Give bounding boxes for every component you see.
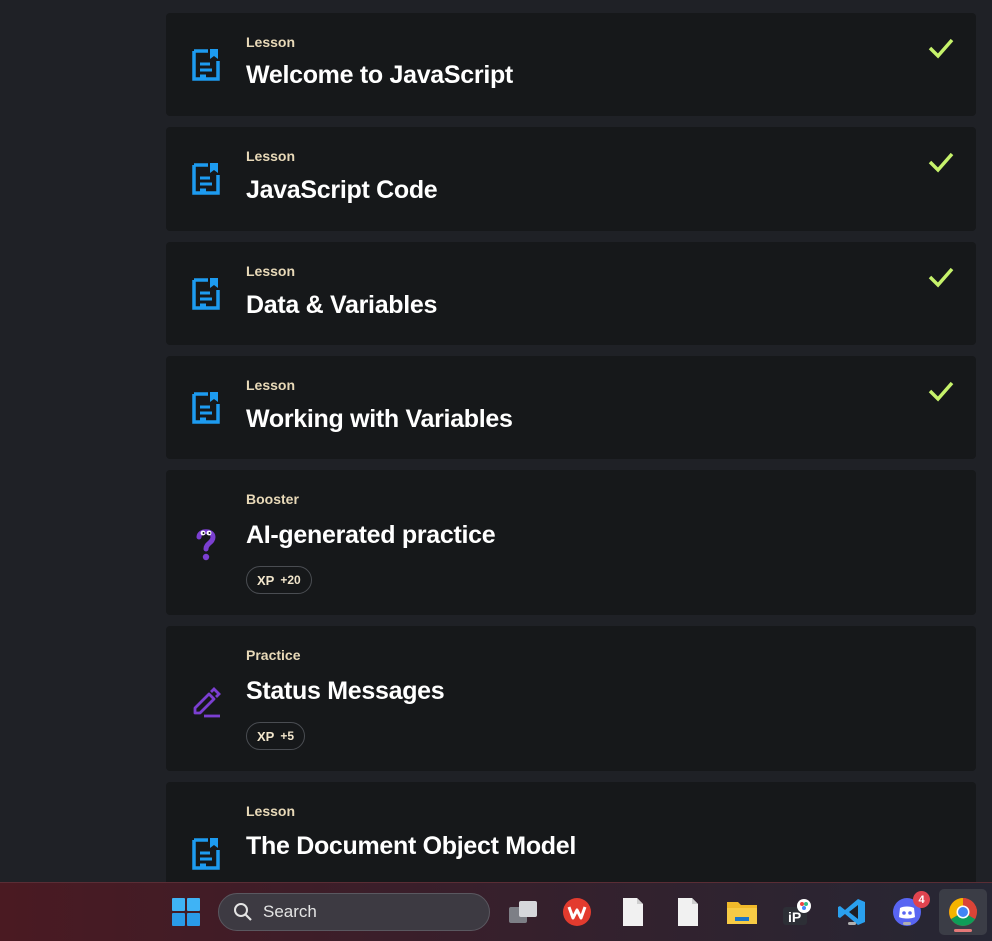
xp-label: XP — [257, 728, 275, 744]
lesson-title[interactable]: Welcome to JavaScript — [246, 61, 513, 90]
folder-icon — [727, 902, 757, 924]
search-placeholder: Search — [263, 902, 317, 921]
document-app-2[interactable] — [671, 895, 705, 929]
svg-text:iP: iP — [788, 909, 801, 925]
active-indicator — [954, 929, 972, 932]
lesson-document-icon — [192, 392, 220, 424]
practice-card[interactable]: Practice Status Messages XP +5 — [166, 626, 976, 771]
document-app-1[interactable] — [616, 895, 650, 929]
lesson-card[interactable]: Lesson JavaScript Code — [166, 127, 976, 231]
windows-start-button[interactable] — [169, 895, 203, 929]
lesson-type: Lesson — [246, 377, 296, 393]
discord-app[interactable]: 4 — [890, 891, 930, 929]
windows-logo-icon — [172, 898, 200, 926]
booster-card[interactable]: Booster AI-generated practice XP +20 — [166, 470, 976, 615]
lesson-document-icon — [192, 49, 220, 81]
chrome-app[interactable] — [939, 889, 987, 935]
checkmark-icon — [928, 381, 954, 402]
checkmark-icon — [928, 38, 954, 59]
task-view-icon — [509, 901, 537, 923]
file-explorer-app[interactable] — [725, 895, 759, 929]
pencil-edit-icon — [193, 687, 221, 718]
wps-office-app[interactable] — [560, 895, 594, 929]
lesson-type: Lesson — [246, 263, 296, 279]
lesson-type: Lesson — [246, 148, 296, 164]
task-view-button[interactable] — [506, 895, 540, 929]
lesson-card[interactable]: Lesson The Document Object Model — [166, 782, 976, 882]
lesson-title[interactable]: JavaScript Code — [246, 176, 438, 205]
xp-value: +20 — [280, 573, 301, 587]
lesson-card[interactable]: Lesson Data & Variables — [166, 242, 976, 345]
chrome-icon — [949, 898, 977, 926]
xp-badge: XP +20 — [246, 566, 312, 594]
lesson-title[interactable]: Working with Variables — [246, 405, 513, 434]
xp-label: XP — [257, 572, 275, 588]
lesson-document-icon — [192, 278, 220, 310]
running-indicator — [903, 922, 911, 925]
question-mark-icon — [196, 529, 216, 561]
lesson-document-icon — [192, 163, 220, 195]
lesson-document-icon — [192, 838, 220, 870]
lesson-title[interactable]: Data & Variables — [246, 291, 437, 320]
paint-palette-icon: iP — [783, 899, 811, 925]
practice-type: Practice — [246, 647, 301, 663]
course-content: Lesson Welcome to JavaScript Lesson Java… — [0, 0, 992, 882]
lesson-title[interactable]: The Document Object Model — [246, 832, 576, 861]
notification-badge: 4 — [913, 891, 930, 908]
vscode-app[interactable] — [835, 895, 869, 929]
checkmark-icon — [928, 267, 954, 288]
booster-title[interactable]: AI-generated practice — [246, 521, 496, 550]
search-icon — [234, 903, 252, 921]
practice-title[interactable]: Status Messages — [246, 677, 445, 706]
taskbar: Search iP 4 — [0, 882, 992, 941]
lesson-card[interactable]: Lesson Working with Variables — [166, 356, 976, 459]
lesson-type: Lesson — [246, 803, 296, 819]
lesson-card[interactable]: Lesson Welcome to JavaScript — [166, 13, 976, 116]
taskbar-search[interactable]: Search — [218, 893, 490, 931]
booster-type: Booster — [246, 491, 299, 507]
lesson-type: Lesson — [246, 34, 296, 50]
paint-app[interactable]: iP — [780, 895, 814, 929]
document-icon — [678, 898, 698, 926]
document-icon — [623, 898, 643, 926]
wps-office-icon — [563, 898, 591, 926]
xp-badge: XP +5 — [246, 722, 306, 750]
checkmark-icon — [928, 152, 954, 173]
xp-value: +5 — [280, 729, 295, 743]
running-indicator — [848, 922, 856, 925]
